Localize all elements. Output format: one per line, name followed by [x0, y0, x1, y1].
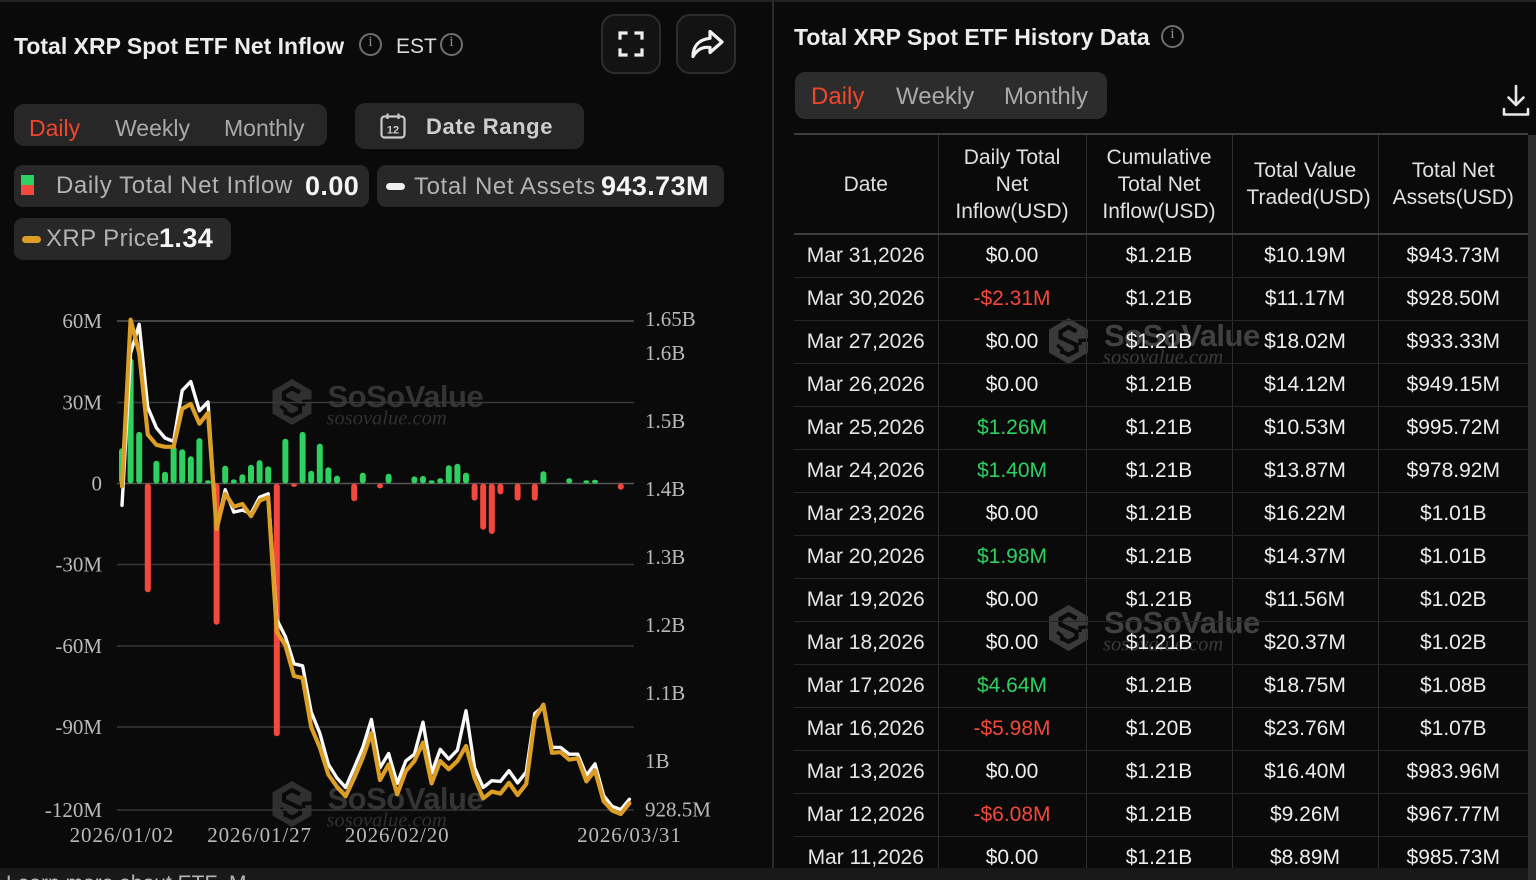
svg-text:2026/02/20: 2026/02/20: [345, 823, 450, 847]
svg-text:1.5B: 1.5B: [645, 409, 685, 433]
svg-text:1.65B: 1.65B: [645, 307, 696, 331]
svg-text:2026/01/27: 2026/01/27: [207, 823, 312, 847]
svg-text:-90M: -90M: [55, 715, 102, 739]
svg-text:30M: 30M: [62, 391, 102, 415]
svg-text:1.1B: 1.1B: [645, 681, 685, 705]
svg-text:1.4B: 1.4B: [645, 477, 685, 501]
svg-text:1B: 1B: [645, 749, 670, 773]
svg-text:-120M: -120M: [45, 798, 102, 822]
svg-text:60M: 60M: [62, 309, 102, 333]
svg-text:0: 0: [92, 472, 103, 496]
svg-text:1.3B: 1.3B: [645, 545, 685, 569]
svg-text:2026/03/31: 2026/03/31: [577, 823, 682, 847]
svg-text:-30M: -30M: [55, 553, 102, 577]
svg-text:-60M: -60M: [55, 634, 102, 658]
svg-text:1.2B: 1.2B: [645, 613, 685, 637]
svg-text:928.5M: 928.5M: [645, 798, 711, 822]
svg-text:1.6B: 1.6B: [645, 341, 685, 365]
svg-text:2026/01/02: 2026/01/02: [70, 823, 175, 847]
